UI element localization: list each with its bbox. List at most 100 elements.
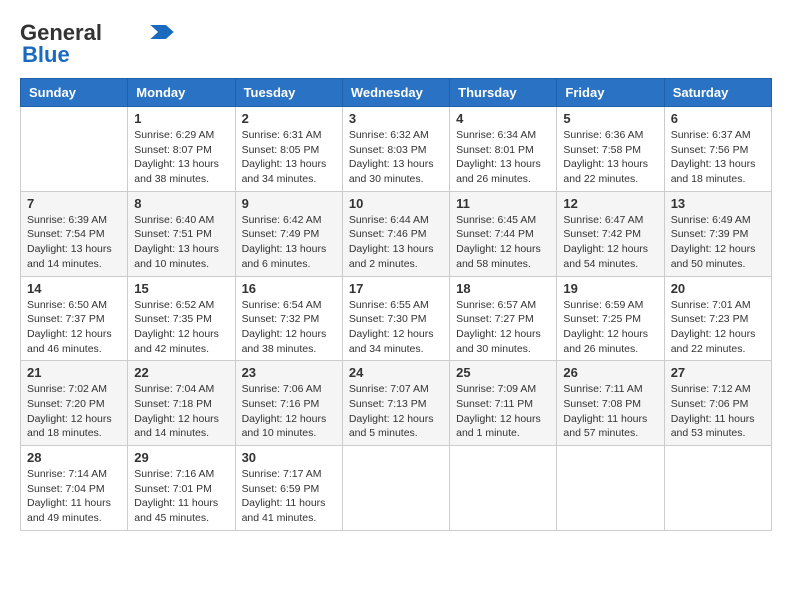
day-info: Sunrise: 7:01 AM Sunset: 7:23 PM Dayligh… [671,298,765,357]
column-header-friday: Friday [557,79,664,107]
calendar-cell: 24 Sunrise: 7:07 AM Sunset: 7:13 PM Dayli… [342,361,449,446]
calendar-week-row: 1 Sunrise: 6:29 AM Sunset: 8:07 PM Daylig… [21,107,772,192]
day-number: 20 [671,281,765,296]
day-number: 23 [242,365,336,380]
day-number: 17 [349,281,443,296]
day-number: 2 [242,111,336,126]
day-info: Sunrise: 6:32 AM Sunset: 8:03 PM Dayligh… [349,128,443,187]
day-info: Sunrise: 6:37 AM Sunset: 7:56 PM Dayligh… [671,128,765,187]
calendar-cell: 2 Sunrise: 6:31 AM Sunset: 8:05 PM Daylig… [235,107,342,192]
day-info: Sunrise: 6:45 AM Sunset: 7:44 PM Dayligh… [456,213,550,272]
day-number: 13 [671,196,765,211]
day-info: Sunrise: 7:07 AM Sunset: 7:13 PM Dayligh… [349,382,443,441]
calendar-cell [21,107,128,192]
day-info: Sunrise: 6:47 AM Sunset: 7:42 PM Dayligh… [563,213,657,272]
calendar-week-row: 7 Sunrise: 6:39 AM Sunset: 7:54 PM Daylig… [21,191,772,276]
calendar-cell: 12 Sunrise: 6:47 AM Sunset: 7:42 PM Dayli… [557,191,664,276]
calendar-cell: 27 Sunrise: 7:12 AM Sunset: 7:06 PM Dayli… [664,361,771,446]
column-header-monday: Monday [128,79,235,107]
calendar-cell: 21Sunrise: 7:02 AM Sunset: 7:20 PM Dayli… [21,361,128,446]
day-info: Sunrise: 7:14 AM Sunset: 7:04 PM Dayligh… [27,467,121,526]
logo: General Blue [20,20,174,68]
calendar-cell: 8Sunrise: 6:40 AM Sunset: 7:51 PM Daylig… [128,191,235,276]
day-number: 14 [27,281,121,296]
day-info: Sunrise: 6:29 AM Sunset: 8:07 PM Dayligh… [134,128,228,187]
day-info: Sunrise: 7:16 AM Sunset: 7:01 PM Dayligh… [134,467,228,526]
day-info: Sunrise: 6:39 AM Sunset: 7:54 PM Dayligh… [27,213,121,272]
calendar-cell: 23 Sunrise: 7:06 AM Sunset: 7:16 PM Dayli… [235,361,342,446]
day-info: Sunrise: 6:54 AM Sunset: 7:32 PM Dayligh… [242,298,336,357]
day-info: Sunrise: 6:36 AM Sunset: 7:58 PM Dayligh… [563,128,657,187]
calendar-cell: 17 Sunrise: 6:55 AM Sunset: 7:30 PM Dayli… [342,276,449,361]
column-header-saturday: Saturday [664,79,771,107]
day-number: 6 [671,111,765,126]
column-header-sunday: Sunday [21,79,128,107]
calendar-cell: 26Sunrise: 7:11 AM Sunset: 7:08 PM Dayli… [557,361,664,446]
day-info: Sunrise: 7:06 AM Sunset: 7:16 PM Dayligh… [242,382,336,441]
day-info: Sunrise: 6:55 AM Sunset: 7:30 PM Dayligh… [349,298,443,357]
calendar-cell [342,446,449,531]
day-info: Sunrise: 7:17 AM Sunset: 6:59 PM Dayligh… [242,467,336,526]
day-number: 19 [563,281,657,296]
day-number: 12 [563,196,657,211]
day-number: 3 [349,111,443,126]
day-info: Sunrise: 6:31 AM Sunset: 8:05 PM Dayligh… [242,128,336,187]
calendar-cell: 25 Sunrise: 7:09 AM Sunset: 7:11 PM Dayli… [450,361,557,446]
calendar-header-row: SundayMondayTuesdayWednesdayThursdayFrid… [21,79,772,107]
calendar-cell [664,446,771,531]
day-info: Sunrise: 6:50 AM Sunset: 7:37 PM Dayligh… [27,298,121,357]
day-number: 1 [134,111,228,126]
calendar-week-row: 28 Sunrise: 7:14 AM Sunset: 7:04 PM Dayli… [21,446,772,531]
day-number: 5 [563,111,657,126]
day-info: Sunrise: 6:42 AM Sunset: 7:49 PM Dayligh… [242,213,336,272]
calendar-cell: 9 Sunrise: 6:42 AM Sunset: 7:49 PM Daylig… [235,191,342,276]
day-number: 28 [27,450,121,465]
day-info: Sunrise: 6:49 AM Sunset: 7:39 PM Dayligh… [671,213,765,272]
calendar-week-row: 21Sunrise: 7:02 AM Sunset: 7:20 PM Dayli… [21,361,772,446]
calendar-cell: 14 Sunrise: 6:50 AM Sunset: 7:37 PM Dayli… [21,276,128,361]
calendar-cell: 16 Sunrise: 6:54 AM Sunset: 7:32 PM Dayli… [235,276,342,361]
logo-blue: Blue [20,42,70,68]
calendar-table: SundayMondayTuesdayWednesdayThursdayFrid… [20,78,772,531]
day-info: Sunrise: 6:52 AM Sunset: 7:35 PM Dayligh… [134,298,228,357]
column-header-thursday: Thursday [450,79,557,107]
day-number: 16 [242,281,336,296]
day-number: 24 [349,365,443,380]
day-number: 30 [242,450,336,465]
day-info: Sunrise: 6:57 AM Sunset: 7:27 PM Dayligh… [456,298,550,357]
calendar-cell: 5 Sunrise: 6:36 AM Sunset: 7:58 PM Daylig… [557,107,664,192]
day-number: 22 [134,365,228,380]
column-header-tuesday: Tuesday [235,79,342,107]
day-number: 4 [456,111,550,126]
calendar-cell: 10 Sunrise: 6:44 AM Sunset: 7:46 PM Dayli… [342,191,449,276]
calendar-cell: 13 Sunrise: 6:49 AM Sunset: 7:39 PM Dayli… [664,191,771,276]
day-number: 10 [349,196,443,211]
calendar-cell: 7 Sunrise: 6:39 AM Sunset: 7:54 PM Daylig… [21,191,128,276]
day-number: 9 [242,196,336,211]
day-number: 11 [456,196,550,211]
day-number: 25 [456,365,550,380]
day-number: 7 [27,196,121,211]
day-info: Sunrise: 7:12 AM Sunset: 7:06 PM Dayligh… [671,382,765,441]
page-header: General Blue [20,20,772,68]
calendar-cell: 4Sunrise: 6:34 AM Sunset: 8:01 PM Daylig… [450,107,557,192]
calendar-cell: 30 Sunrise: 7:17 AM Sunset: 6:59 PM Dayli… [235,446,342,531]
calendar-week-row: 14 Sunrise: 6:50 AM Sunset: 7:37 PM Dayli… [21,276,772,361]
calendar-cell: 28 Sunrise: 7:14 AM Sunset: 7:04 PM Dayli… [21,446,128,531]
day-number: 26 [563,365,657,380]
day-number: 27 [671,365,765,380]
day-number: 21 [27,365,121,380]
day-number: 18 [456,281,550,296]
calendar-cell: 11 Sunrise: 6:45 AM Sunset: 7:44 PM Dayli… [450,191,557,276]
day-number: 15 [134,281,228,296]
calendar-cell [557,446,664,531]
calendar-cell [450,446,557,531]
calendar-cell: 6 Sunrise: 6:37 AM Sunset: 7:56 PM Daylig… [664,107,771,192]
day-info: Sunrise: 6:44 AM Sunset: 7:46 PM Dayligh… [349,213,443,272]
logo-arrow-icon [150,25,174,39]
day-number: 29 [134,450,228,465]
calendar-cell: 22Sunrise: 7:04 AM Sunset: 7:18 PM Dayli… [128,361,235,446]
calendar-cell: 19 Sunrise: 6:59 AM Sunset: 7:25 PM Dayli… [557,276,664,361]
day-info: Sunrise: 7:09 AM Sunset: 7:11 PM Dayligh… [456,382,550,441]
day-info: Sunrise: 6:59 AM Sunset: 7:25 PM Dayligh… [563,298,657,357]
